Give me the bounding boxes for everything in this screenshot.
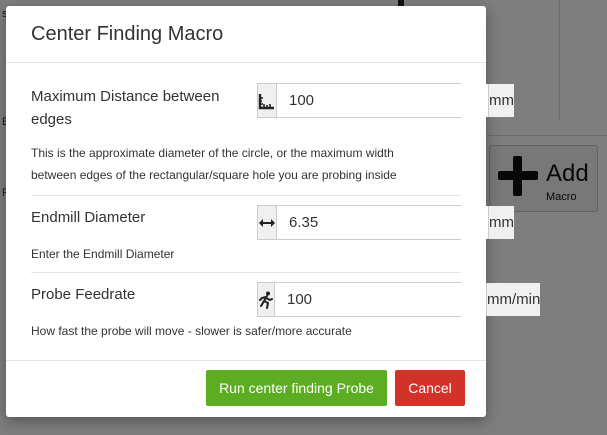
- modal-title: Center Finding Macro: [31, 23, 224, 45]
- probe-feedrate-input-group: mm/min: [257, 282, 541, 317]
- max-distance-unit: mm: [488, 84, 514, 117]
- field-help-line: between edges of the rectangular/square …: [31, 168, 397, 182]
- max-distance-input[interactable]: [277, 84, 488, 117]
- run-center-finding-button[interactable]: Run center finding Probe: [206, 370, 387, 406]
- center-finding-modal: Center Finding Macro Maximum Distance be…: [6, 6, 541, 417]
- modal-footer: Run center finding Probe Cancel: [6, 360, 486, 417]
- field-help-endmill-diameter: Enter the Endmill Diameter: [31, 247, 175, 261]
- field-help-max-distance: This is the approximate diameter of the …: [31, 142, 397, 186]
- field-label-probe-feedrate: Probe Feedrate: [31, 286, 136, 303]
- modal-header: Center Finding Macro: [6, 6, 486, 63]
- field-help-line: This is the approximate diameter of the …: [31, 146, 394, 160]
- endmill-diameter-input-group: mm: [257, 205, 514, 240]
- modal-body: Maximum Distance between edges mm This i…: [6, 63, 541, 361]
- field-probe-feedrate: Probe Feedrate mm/min How fast the probe…: [31, 273, 541, 361]
- max-distance-input-group: mm: [257, 83, 514, 118]
- cancel-button[interactable]: Cancel: [395, 370, 465, 406]
- field-label-line: edges: [31, 111, 72, 128]
- arrows-horizontal-icon: [258, 206, 277, 239]
- field-label-endmill-diameter: Endmill Diameter: [31, 209, 146, 226]
- field-endmill-diameter: Endmill Diameter mm Enter the Endmill Di…: [31, 196, 514, 273]
- field-max-distance: Maximum Distance between edges mm This i…: [31, 63, 514, 196]
- endmill-diameter-input[interactable]: [277, 206, 488, 239]
- endmill-diameter-unit: mm: [488, 206, 514, 239]
- running-icon: [258, 283, 275, 316]
- probe-feedrate-input[interactable]: [275, 283, 486, 316]
- field-help-probe-feedrate: How fast the probe will move - slower is…: [31, 324, 352, 338]
- probe-feedrate-unit: mm/min: [486, 283, 541, 316]
- ruler-icon: [258, 84, 277, 117]
- field-label-max-distance: Maximum Distance between edges: [31, 85, 219, 131]
- field-label-line: Maximum Distance between: [31, 88, 220, 105]
